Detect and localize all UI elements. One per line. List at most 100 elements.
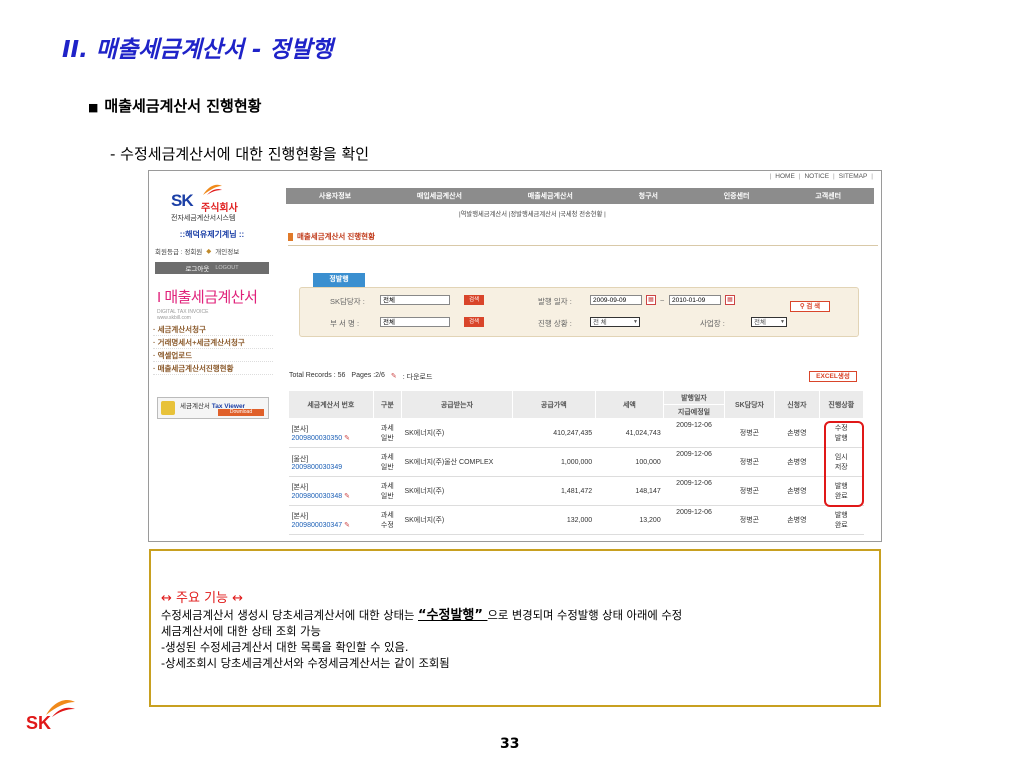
nav-sales-invoice[interactable]: 매출세금계산서 [528,191,573,201]
sk-owner-search-button[interactable]: 검색 [464,295,484,305]
invoice-table: 세금계산서 번호 구분 공급받는자 공급가액 세액 발행일자 SK담당자 신청자… [288,390,865,535]
sk-owner: 정병곤 [724,476,775,506]
link-sitemap[interactable]: SITEMAP [839,173,868,180]
dept-input[interactable]: 전체 [380,317,450,327]
nav-user-info[interactable]: 사용자정보 [319,191,351,201]
login-user-title: ::해덕유제기계님 :: [179,230,245,239]
chevron-down-icon: ▼ [633,319,638,325]
col-status: 진행상황 [818,390,865,419]
edit-icon: ✎ [344,493,350,500]
pages-info: Pages :2/6 [351,372,385,379]
nav-cert-center[interactable]: 인증센터 [724,191,750,201]
member-grade: 회원등급 : 정회원 [155,249,203,256]
dept-search-button[interactable]: 검색 [464,317,484,327]
title-divider [288,245,878,246]
logout-button[interactable]: 로그아웃 LOGOUT [155,262,269,274]
side-menu-item-request[interactable]: · 세금계산서청구 [153,323,273,336]
note-line-2: 세금계산서에 대한 상태 조회 가능 [161,625,321,638]
side-menu-item-progress[interactable]: · 매출세금계산서진행현황 [153,362,273,375]
buyer-name: SK에너지(주)울산 COMPLEX [401,447,513,477]
type-tax: 과세 [380,512,394,519]
table-row[interactable]: [울산] 2009800030349 과세 일반 SK에너지(주)울산 COMPLE… [288,447,864,477]
invoice-number-link[interactable]: 2009800030350 ✎ [292,434,371,442]
invoice-number-link[interactable]: 2009800030347 ✎ [292,521,371,529]
calendar-from-icon[interactable]: ▦ [646,295,656,305]
requester: 손병영 [774,418,820,448]
page-number: 33 [500,736,520,752]
status-label: 진행 상황 : [538,319,572,328]
type-tax: 과세 [380,454,394,461]
nav-customer-center[interactable]: 고객센터 [815,191,841,201]
footer-sk-text: SK [26,713,52,733]
personal-info-icon[interactable]: ◆ [206,247,211,255]
bullet-icon: ■ [88,101,99,114]
side-menu-item-statement-request[interactable]: · 거래명세서+세금계산서청구 [153,336,273,349]
status-cell[interactable]: 발행 완료 [819,505,864,535]
search-button[interactable]: ⚲ 검 색 [790,301,830,312]
issue-date: 2009-12-06 [663,476,725,506]
personal-info-link[interactable]: 개인정보 [215,246,239,256]
search-icon: ⚲ [799,303,805,310]
invoice-number-link[interactable]: 2009800030348 ✎ [292,492,371,500]
type-kind: 일반 [380,464,394,471]
invoice-number-link[interactable]: 2009800030349 [292,464,371,471]
sk-owner-input[interactable]: 전체 [380,295,450,305]
tax-amount: 100,000 [595,447,664,477]
tax-viewer-banner[interactable]: 세금계산서 Tax Viewer Download [157,397,269,419]
supply-amount: 132,000 [512,505,596,535]
status-select[interactable]: 전 체 ▼ [590,317,640,327]
tax-viewer-icon [161,401,175,415]
note-box: ↔ 주요 기능 ↔ 수정세금계산서 생성시 당초세금계산서에 대한 상태는 “수… [149,549,881,707]
table-row[interactable]: [본사] 2009800030350 ✎ 과세 일반 SK에너지(주) 410,24… [288,418,864,448]
col-issue-date: 발행일자 [663,390,725,405]
site-select[interactable]: 전체 ▼ [751,317,787,327]
status-highlight-box [824,421,864,507]
sub-heading: - 수정세금계산서에 대한 진행현황을 확인 [110,145,370,163]
sub-nav[interactable]: |역발행세금계산서 |정발행세금계산서 |국세청 전송현황 | [459,209,606,218]
page-title: 매출세금계산서 진행현황 [288,231,375,242]
sk-logo[interactable]: SK 주식회사 전자세금계산서시스템 [171,183,271,223]
records-info: Total Records : 56 Pages :2/6 ✎ : 다운로드 [289,372,432,382]
note-title: ↔ 주요 기능 ↔ [161,591,244,606]
site-label: 사업장 : [700,319,725,328]
login-box: ::해덕유제기계님 :: 회원등급 : 정회원 ◆ 개인정보 로그아웃 LOGO… [155,229,269,274]
type-tax: 과세 [380,483,394,490]
tab-issue[interactable]: 정발행 [313,273,365,287]
table-row[interactable]: [본사] 2009800030348 ✎ 과세 일반 SK에너지(주) 1,481,… [288,476,864,506]
col-payment-date: 지급예정일 [663,404,725,419]
col-requester: 신청자 [774,390,820,419]
buyer-name: SK에너지(주) [401,418,513,448]
excel-export-button[interactable]: EXCEL생성 [809,371,857,382]
link-notice[interactable]: NOTICE [804,173,829,180]
section-heading: ■ 매출세금계산서 진행현황 [88,95,261,116]
main-nav: 사용자정보 매입세금계산서 매출세금계산서 청구서 인증센터 고객센터 [286,188,874,204]
logo-corp-text: 주식회사 [201,203,238,214]
search-panel: SK담당자 : 전체 검색 부 서 명 : 전체 검색 발행 일자 : 2009… [299,287,859,337]
link-home[interactable]: HOME [775,173,795,180]
note-line-4: -상세조회시 당초세금계산서와 수정세금계산서는 같이 조회됨 [161,657,450,670]
issue-date: 2009-12-06 [663,418,725,448]
invoice-location: [본사] [291,426,309,433]
requester: 손병영 [774,476,820,506]
total-records: Total Records : 56 [289,372,346,379]
tax-amount: 41,024,743 [595,418,664,448]
login-grade: 회원등급 : 정회원 ◆ 개인정보 [155,246,269,256]
table-row[interactable]: [본사] 2009800030347 ✎ 과세 수정 SK에너지(주) 132,00… [288,505,864,535]
sk-owner: 정병곤 [724,505,775,535]
nav-bill[interactable]: 청구서 [639,191,658,201]
date-to-input[interactable]: 2010-01-09 [669,295,721,305]
invoice-location: [본사] [291,513,309,520]
side-menu-item-excel-upload[interactable]: · 엑셀업로드 [153,349,273,362]
dept-label: 부 서 명 : [330,319,360,328]
date-from-input[interactable]: 2009-09-09 [590,295,642,305]
type-kind: 일반 [380,435,394,442]
note-line-3: -생성된 수정세금계산서 대한 목록을 확인할 수 있음. [161,641,409,654]
issue-date: 2009-12-06 [663,505,725,535]
download-icon[interactable]: ✎ [391,372,397,382]
tax-viewer-download-button[interactable]: Download [218,409,264,416]
date-tilde: ~ [660,296,665,305]
nav-purchase-invoice[interactable]: 매입세금계산서 [417,191,462,201]
brand-url: www.skbill.com [157,315,191,321]
type-kind: 수정 [380,522,394,529]
calendar-to-icon[interactable]: ▦ [725,295,735,305]
